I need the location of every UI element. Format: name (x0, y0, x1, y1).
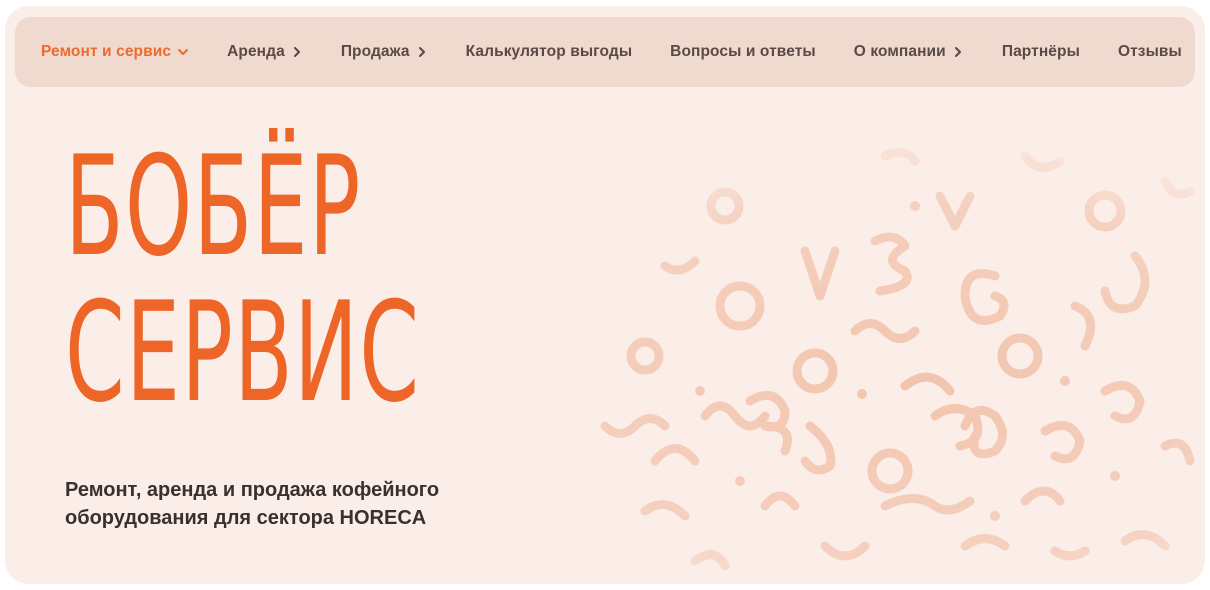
top-navigation: Ремонт и сервис Аренда Продажа Калькулят… (15, 17, 1195, 87)
nav-item-partners[interactable]: Партнёры (1002, 43, 1080, 61)
nav-item-rent[interactable]: Аренда (227, 43, 303, 61)
brand-title-line-2: СЕРВИС (65, 272, 421, 433)
hero-section: Ремонт и сервис Аренда Продажа Калькулят… (5, 6, 1205, 584)
nav-item-repair-service[interactable]: Ремонт и сервис (41, 43, 189, 61)
nav-item-label: Калькулятор выгоды (465, 43, 633, 60)
hero-subtitle: Ремонт, аренда и продажа кофейного обору… (65, 479, 440, 529)
nav-item-calculator[interactable]: Калькулятор выгоды (466, 43, 633, 61)
chevron-right-icon (952, 46, 964, 58)
nav-item-reviews[interactable]: Отзывы (1118, 43, 1182, 61)
brand-title: БОБЁР СЕРВИС (65, 134, 420, 426)
chevron-right-icon (416, 46, 428, 58)
brand-title-line-1: БОБЁР (65, 126, 362, 287)
chevron-right-icon (291, 46, 303, 58)
chevron-down-icon (177, 46, 189, 58)
nav-item-label: Партнёры (1001, 43, 1080, 60)
nav-item-label: Аренда (227, 43, 285, 60)
nav-item-faq[interactable]: Вопросы и ответы (670, 43, 816, 61)
nav-item-label: Ремонт и сервис (41, 43, 172, 60)
nav-item-label: Вопросы и ответы (670, 43, 816, 60)
nav-item-sale[interactable]: Продажа (341, 43, 428, 61)
nav-item-label: Отзывы (1117, 43, 1182, 60)
page: Ремонт и сервис Аренда Продажа Калькулят… (0, 0, 1210, 590)
nav-item-label: Продажа (340, 43, 410, 60)
nav-item-label: О компании (853, 43, 946, 60)
nav-item-about[interactable]: О компании (854, 43, 964, 61)
